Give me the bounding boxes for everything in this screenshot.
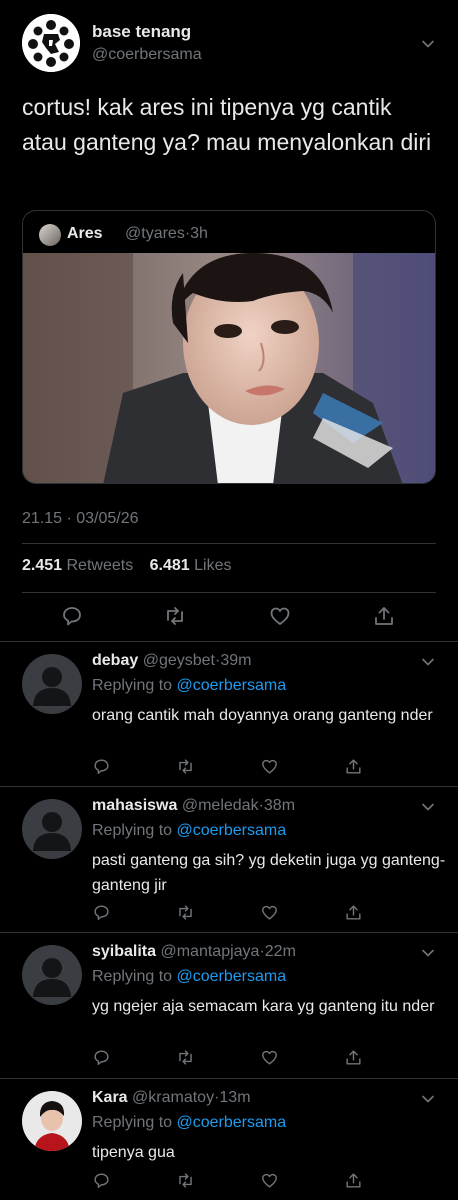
replying-to-prefix: Replying to bbox=[92, 968, 173, 985]
author-handle[interactable]: @coerbersama bbox=[92, 46, 202, 64]
reply-time: 39m bbox=[220, 652, 252, 669]
tweet-author-row: base tenang @coerbersama bbox=[22, 14, 442, 74]
reply-author: debay @geysbet·39m bbox=[92, 652, 251, 670]
reply-author-handle[interactable]: @mantapjaya bbox=[160, 943, 259, 960]
reply-time: 38m bbox=[263, 797, 296, 814]
reply-author-name[interactable]: debay bbox=[92, 652, 138, 669]
replying-to-prefix: Replying to bbox=[92, 822, 173, 839]
retweet-icon[interactable] bbox=[176, 903, 195, 922]
reply-time: 13m bbox=[219, 1089, 251, 1106]
tweet-text: cortus! kak ares ini tipenya yg cantik a… bbox=[22, 94, 432, 155]
likes-count[interactable]: 6.481 bbox=[150, 557, 190, 574]
reply-text: tipenya gua bbox=[92, 1144, 175, 1161]
reply-avatar[interactable] bbox=[22, 945, 82, 1005]
reply-actions bbox=[92, 1171, 372, 1191]
quoted-author-name: Ares bbox=[67, 225, 103, 242]
replying-to-link[interactable]: @coerbersama bbox=[177, 677, 287, 694]
quoted-photo[interactable] bbox=[23, 253, 436, 484]
replying-to-link[interactable]: @coerbersama bbox=[177, 822, 287, 839]
reply-icon[interactable] bbox=[60, 604, 84, 628]
quoted-author-avatar bbox=[39, 224, 61, 246]
reply-actions bbox=[92, 757, 372, 777]
default-avatar-icon bbox=[33, 812, 71, 851]
heart-icon[interactable] bbox=[260, 903, 279, 922]
replying-to-prefix: Replying to bbox=[92, 1114, 173, 1131]
reply-author: Kara @kramatoy·13m bbox=[92, 1089, 251, 1107]
reply-time: 22m bbox=[264, 943, 296, 960]
default-avatar-icon bbox=[33, 958, 71, 997]
profile-photo bbox=[22, 1091, 82, 1151]
share-icon[interactable] bbox=[344, 903, 363, 922]
chevron-down-icon[interactable] bbox=[420, 799, 436, 815]
replying-to-link[interactable]: @coerbersama bbox=[177, 968, 287, 985]
tweet-timestamp: 21.15 · 03/05/26 bbox=[22, 510, 139, 527]
reply-author-handle[interactable]: @kramatoy bbox=[132, 1089, 214, 1106]
reply-actions bbox=[92, 903, 372, 923]
heart-icon[interactable] bbox=[260, 1171, 279, 1190]
quoted-tweet-header: Ares @tyares·3h bbox=[39, 223, 419, 247]
retweets-label[interactable]: Retweets bbox=[67, 557, 134, 574]
reply-author: mahasiswa @meledak·38m bbox=[92, 797, 295, 815]
replying-to: Replying to @coerbersama bbox=[92, 822, 286, 840]
reply-icon[interactable] bbox=[92, 757, 111, 776]
default-avatar-icon bbox=[33, 667, 71, 706]
share-icon[interactable] bbox=[372, 604, 396, 628]
replying-to-prefix: Replying to bbox=[92, 677, 173, 694]
reply-avatar[interactable] bbox=[22, 799, 82, 859]
author-name[interactable]: base tenang bbox=[92, 22, 191, 42]
retweets-count[interactable]: 2.451 bbox=[22, 557, 62, 574]
reply-author: syibalita @mantapjaya·22m bbox=[92, 943, 296, 961]
replying-to: Replying to @coerbersama bbox=[92, 1114, 286, 1132]
reply-author-name[interactable]: Kara bbox=[92, 1089, 128, 1106]
tweet-actions bbox=[60, 604, 400, 628]
reply-text: pasti ganteng ga sih? yg deketin juga yg… bbox=[92, 852, 446, 894]
tweet-stats: 2.451 Retweets 6.481 Likes bbox=[22, 557, 244, 575]
main-tweet: base tenang @coerbersama cortus! kak are… bbox=[0, 0, 458, 640]
reply-icon[interactable] bbox=[92, 1171, 111, 1190]
reply-avatar[interactable] bbox=[22, 654, 82, 714]
retweet-icon[interactable] bbox=[176, 1171, 195, 1190]
likes-label[interactable]: Likes bbox=[194, 557, 231, 574]
quoted-tweet[interactable]: Ares @tyares·3h bbox=[22, 210, 436, 484]
heart-icon[interactable] bbox=[260, 757, 279, 776]
reply-tweet[interactable]: debay @geysbet·39m Replying to @coerbers… bbox=[0, 641, 458, 786]
reply-icon[interactable] bbox=[92, 1048, 111, 1067]
heart-icon[interactable] bbox=[260, 1048, 279, 1067]
chevron-down-icon[interactable] bbox=[420, 654, 436, 670]
divider bbox=[22, 592, 436, 593]
reply-author-name[interactable]: syibalita bbox=[92, 943, 156, 960]
replying-to-link[interactable]: @coerbersama bbox=[177, 1114, 287, 1131]
share-icon[interactable] bbox=[344, 1048, 363, 1067]
reply-author-handle[interactable]: @geysbet bbox=[143, 652, 215, 669]
reply-tweet[interactable]: mahasiswa @meledak·38m Replying to @coer… bbox=[0, 786, 458, 932]
reply-actions bbox=[92, 1048, 372, 1068]
reply-tweet[interactable]: syibalita @mantapjaya·22m Replying to @c… bbox=[0, 932, 458, 1078]
reply-tweet[interactable]: Kara @kramatoy·13m Replying to @coerbers… bbox=[0, 1078, 458, 1200]
reply-author-handle[interactable]: @meledak bbox=[182, 797, 259, 814]
chevron-down-icon[interactable] bbox=[420, 36, 436, 52]
retweet-icon[interactable] bbox=[176, 757, 195, 776]
share-icon[interactable] bbox=[344, 757, 363, 776]
retweet-icon[interactable] bbox=[163, 604, 187, 628]
reply-text: orang cantik mah doyannya orang ganteng … bbox=[92, 707, 433, 724]
chevron-down-icon[interactable] bbox=[420, 945, 436, 961]
share-icon[interactable] bbox=[344, 1171, 363, 1190]
quoted-tweet-time: 3h bbox=[190, 225, 208, 242]
quoted-author-meta: @tyares·3h bbox=[125, 225, 208, 243]
reply-author-name[interactable]: mahasiswa bbox=[92, 797, 177, 814]
reply-avatar[interactable] bbox=[22, 1091, 82, 1151]
heart-icon[interactable] bbox=[268, 604, 292, 628]
retweet-icon[interactable] bbox=[176, 1048, 195, 1067]
quoted-author-handle: @tyares bbox=[125, 225, 185, 242]
reply-text: yg ngejer aja semacam kara yg ganteng it… bbox=[92, 998, 435, 1015]
replying-to: Replying to @coerbersama bbox=[92, 968, 286, 986]
replying-to: Replying to @coerbersama bbox=[92, 677, 286, 695]
reply-icon[interactable] bbox=[92, 903, 111, 922]
author-avatar-logo bbox=[22, 14, 80, 72]
divider bbox=[22, 543, 436, 544]
author-avatar[interactable] bbox=[22, 14, 80, 72]
chevron-down-icon[interactable] bbox=[420, 1091, 436, 1107]
